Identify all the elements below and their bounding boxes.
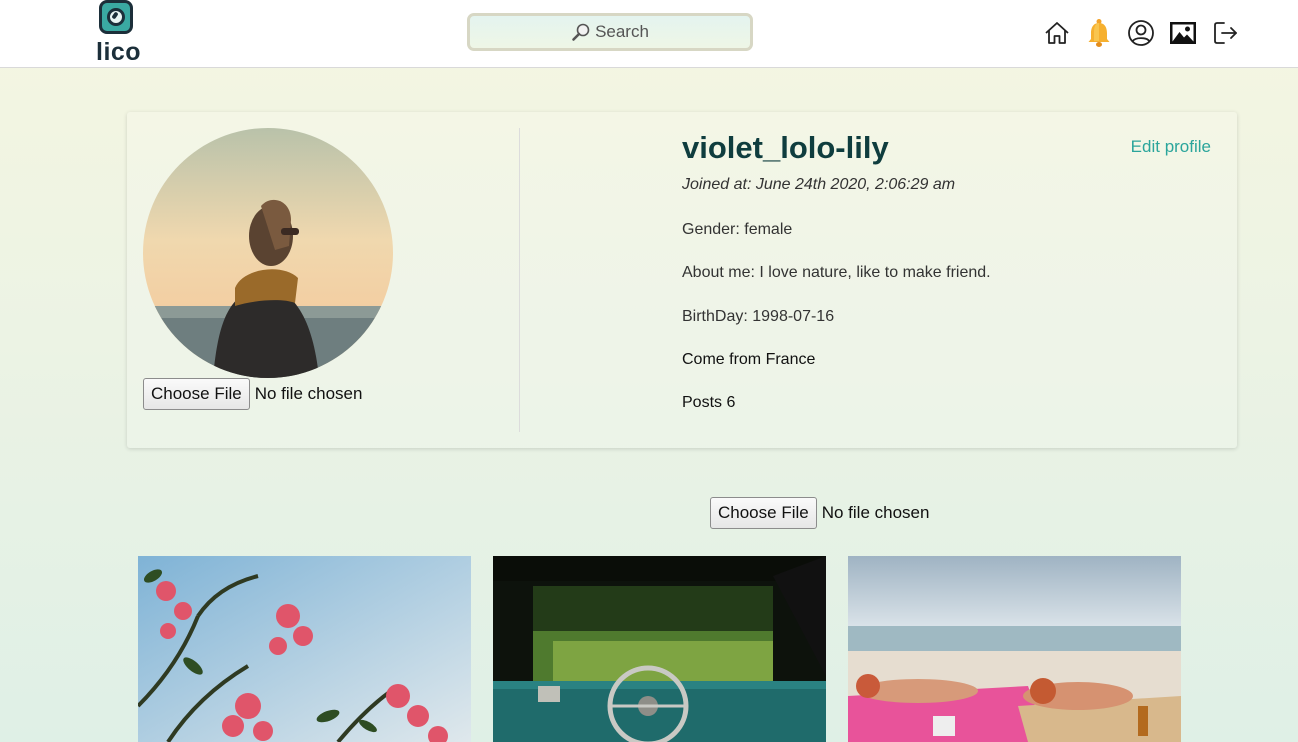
avatar-file-status: No file chosen [254, 384, 363, 403]
user-circle-icon[interactable] [1126, 18, 1156, 48]
app-logo[interactable]: lico [96, 0, 142, 66]
avatar-upload: Choose File No file chosen [143, 378, 362, 410]
nav-icons [1042, 18, 1240, 48]
avatar-choose-file-button[interactable]: Choose File [143, 378, 250, 410]
post-gallery [138, 556, 1181, 742]
birthday-text: BirthDay: 1998-07-16 [682, 308, 835, 325]
post-thumbnail[interactable] [493, 556, 826, 742]
camera-logo-icon [99, 0, 133, 34]
edit-profile-link[interactable]: Edit profile [1131, 137, 1211, 157]
come-from-text: Come from France [682, 351, 816, 368]
logout-icon[interactable] [1210, 18, 1240, 48]
search-placeholder: Search [595, 22, 649, 41]
post-choose-file-button[interactable]: Choose File [710, 497, 817, 529]
about-me-text: About me: I love nature, like to make fr… [682, 264, 991, 281]
home-icon[interactable] [1042, 18, 1072, 48]
avatar[interactable] [143, 128, 393, 378]
vertical-divider [519, 128, 520, 432]
top-navbar: lico Search [0, 0, 1298, 68]
joined-date: Joined at: June 24th 2020, 2:06:29 am [682, 176, 956, 193]
logo-text: lico [96, 38, 142, 66]
post-thumbnail[interactable] [848, 556, 1181, 742]
profile-username: violet_lolo-lily [682, 130, 889, 165]
post-upload: Choose File No file chosen [710, 497, 929, 529]
post-thumbnail[interactable] [138, 556, 471, 742]
posts-count: Posts 6 [682, 394, 736, 411]
gender-text: Gender: female [682, 221, 793, 238]
profile-card: Choose File No file chosen violet_lolo-l… [127, 112, 1237, 448]
image-icon[interactable] [1168, 18, 1198, 48]
bell-icon[interactable] [1084, 18, 1114, 48]
search-input[interactable]: Search [467, 13, 753, 51]
post-file-status: No file chosen [821, 503, 930, 522]
magnifier-icon [571, 22, 591, 42]
